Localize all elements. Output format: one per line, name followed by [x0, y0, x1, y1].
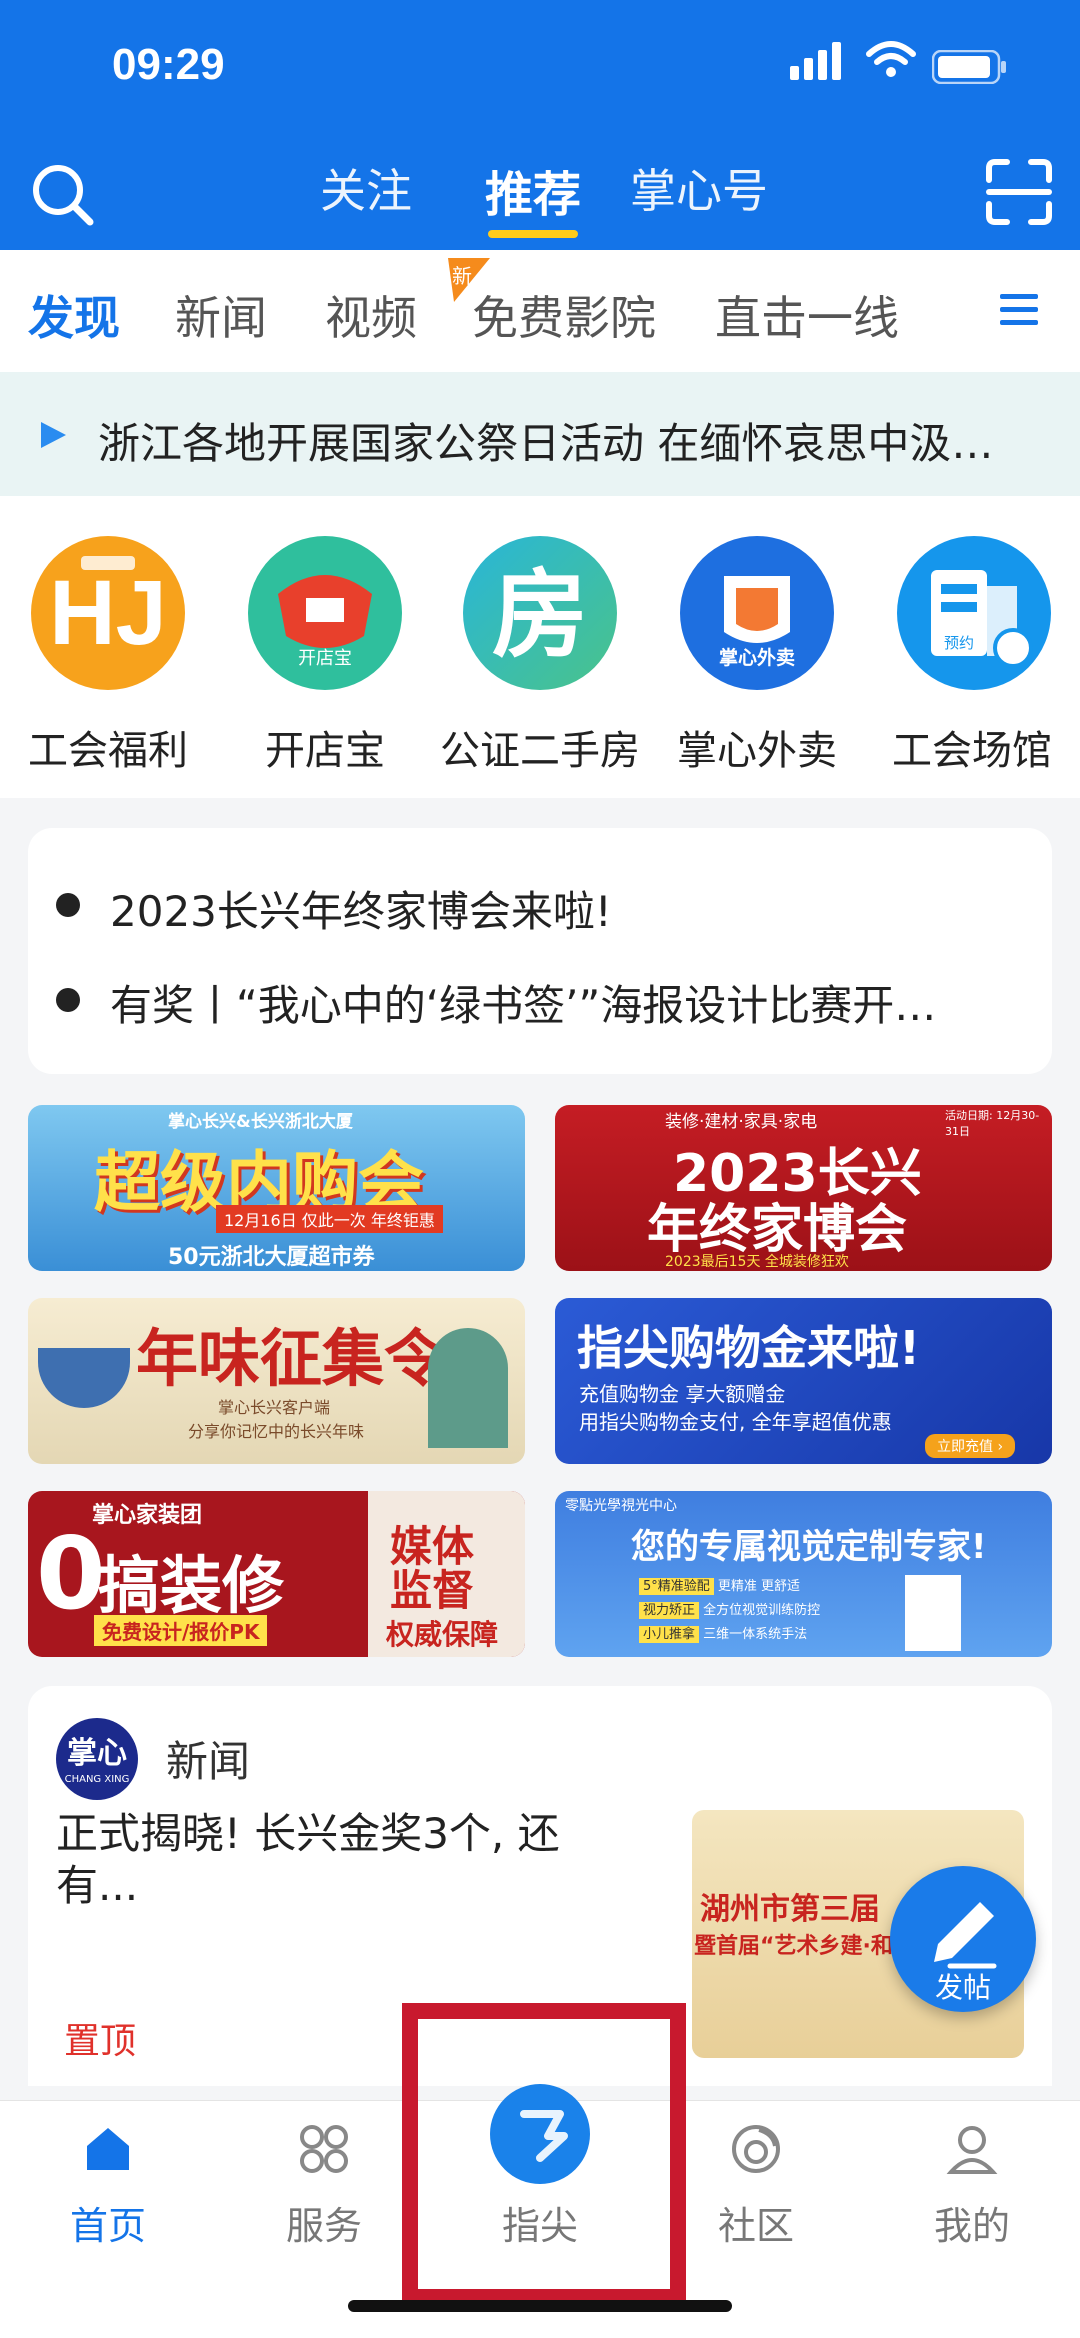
- service-label-union-benefit: 工会福利: [28, 728, 188, 774]
- banner-row-3: 小儿推拿 三维一体系统手法: [639, 1623, 807, 1643]
- thumb-sub: 暨首届“艺术乡建·和美: [694, 1934, 915, 1959]
- bullet: [56, 988, 80, 1012]
- news-source: 新闻: [166, 1737, 251, 1786]
- nav-community[interactable]: 社区: [676, 2195, 836, 2250]
- play-icon: [38, 420, 68, 450]
- banner-vision-center[interactable]: 零點光學視光中心 您的专属视觉定制专家! 5°精准验配 更精准 更舒适 视力矫正…: [555, 1491, 1052, 1657]
- banner-row-1: 5°精准验配 更精准 更舒适: [639, 1575, 800, 1595]
- pinned-label: 置顶: [64, 2021, 137, 2062]
- channel-news[interactable]: 新闻: [175, 282, 267, 348]
- tab-zhangxinhao[interactable]: 掌心号: [630, 155, 768, 221]
- banner-line-1: 充值购物金 享大额赠金: [579, 1382, 786, 1406]
- channel-free-cinema[interactable]: 免费影院: [472, 282, 656, 348]
- service-label-notary-house: 公证二手房: [440, 728, 640, 774]
- venue-booking-icon[interactable]: 预约: [897, 536, 1051, 690]
- banner-right-3: 权威保障: [386, 1618, 499, 1651]
- svg-text:掌心外卖: 掌心外卖: [719, 646, 795, 669]
- profile-icon[interactable]: [945, 2122, 999, 2176]
- nav-services[interactable]: 服务: [244, 2195, 404, 2250]
- status-time: 09:29: [112, 40, 225, 89]
- new-badge: 新: [448, 258, 490, 302]
- services-icon[interactable]: [297, 2122, 351, 2176]
- avatar-text: 掌心: [67, 1736, 127, 1771]
- banner-title: 您的专属视觉定制专家!: [631, 1527, 987, 1567]
- banner-row-2: 视力矫正 全方位视觉训练防控: [639, 1599, 820, 1619]
- ticker-text: 浙江各地开展国家公祭日活动 在缅怀哀思中汲…: [98, 419, 994, 468]
- service-label-venue: 工会场馆: [892, 728, 1052, 774]
- search-icon[interactable]: [28, 160, 96, 228]
- banner-big-text: 搞装修: [98, 1549, 285, 1622]
- tab-recommend[interactable]: 推荐: [485, 155, 581, 225]
- banner-internal-sale[interactable]: 掌心长兴&长兴浙北大厦 超级内购会 12月16日 仅此一次 年终钜惠 50元浙北…: [28, 1105, 525, 1271]
- headline-card: [28, 828, 1052, 1074]
- banner-foot: 2023最后15天 全城装修狂欢: [665, 1254, 849, 1270]
- banner-sub: 12月16日 仅此一次 年终钜惠: [216, 1205, 443, 1233]
- banner-home-decoration[interactable]: 掌心家装团 0 搞装修 免费设计/报价PK 媒体 监督 权威保障: [28, 1491, 525, 1657]
- headline-item[interactable]: 有奖丨“我心中的‘绿书签’”海报设计比赛开…: [110, 972, 936, 1033]
- avatar-sub: CHANG XING: [64, 1774, 130, 1785]
- banner-top-text: 装修·建材·家具·家电: [665, 1112, 818, 1132]
- nav-profile[interactable]: 我的: [892, 2195, 1052, 2250]
- service-label-shop-treasure: 开店宝: [265, 728, 385, 774]
- avatar: 掌心 CHANG XING: [56, 1718, 138, 1800]
- banner-title: 年味征集令: [136, 1322, 447, 1395]
- takeout-icon[interactable]: 掌心外卖: [680, 536, 834, 690]
- home-indicator: [348, 2300, 732, 2312]
- home-icon[interactable]: [81, 2122, 135, 2176]
- banner-foot: 50元浙北大厦超市券: [168, 1245, 375, 1270]
- svg-text:预约: 预约: [944, 634, 974, 652]
- svg-text:HJ: HJ: [49, 562, 167, 664]
- banner-big-zero: 0: [36, 1515, 106, 1632]
- community-icon[interactable]: [729, 2122, 783, 2176]
- union-benefit-icon[interactable]: HJ: [31, 536, 185, 690]
- tab-follow[interactable]: 关注: [320, 155, 412, 221]
- signal-icon: [790, 40, 846, 80]
- channel-menu-icon[interactable]: [1000, 292, 1038, 328]
- post-button-label: 发帖: [934, 1971, 991, 2004]
- channel-frontline[interactable]: 直击一线: [715, 282, 899, 348]
- channel-video[interactable]: 视频: [325, 282, 417, 348]
- banner-button: 立即充值 ›: [925, 1434, 1016, 1458]
- banner-brand: 掌心家装团: [92, 1503, 203, 1528]
- banner-sub: 掌心长兴客户端: [218, 1398, 331, 1417]
- bullet: [56, 893, 80, 917]
- active-tab-indicator: [488, 230, 578, 238]
- banner-shopping-gold[interactable]: 指尖购物金来啦! 充值购物金 享大额赠金 用指尖购物金支付, 全年享超值优惠 立…: [555, 1298, 1052, 1464]
- banner-right-2: 监督: [390, 1566, 475, 1615]
- highlight-box: [402, 2003, 686, 2305]
- post-button[interactable]: 发帖: [890, 1866, 1036, 2012]
- banner-new-year-taste[interactable]: 年味征集令 掌心长兴客户端 分享你记忆中的长兴年味: [28, 1298, 525, 1464]
- wifi-icon: [866, 40, 916, 80]
- nav-home[interactable]: 首页: [28, 2195, 188, 2250]
- food-bowl-image: [38, 1348, 130, 1408]
- thumb-title: 湖州市第三届: [700, 1892, 880, 1927]
- channel-discover[interactable]: 发现: [28, 282, 120, 348]
- eye-chart-image: [905, 1575, 961, 1651]
- scan-icon[interactable]: [985, 158, 1053, 226]
- svg-text:开店宝: 开店宝: [298, 648, 352, 669]
- service-label-takeout: 掌心外卖: [677, 728, 837, 774]
- banner-sub-2: 分享你记忆中的长兴年味: [188, 1422, 365, 1441]
- headline-item[interactable]: 2023长兴年终家博会来啦!: [110, 878, 612, 939]
- banner-right-panel: 媒体 监督 权威保障: [368, 1491, 525, 1657]
- svg-text:房: 房: [492, 559, 588, 671]
- banner-tag: 免费设计/报价PK: [94, 1615, 268, 1646]
- banner-brand: 零點光學視光中心: [565, 1498, 677, 1514]
- news-title[interactable]: 正式揭晓! 长兴金奖3个, 还有...: [56, 1808, 616, 1912]
- banner-line-2: 用指尖购物金支付, 全年享超值优惠: [579, 1410, 892, 1434]
- new-badge-text: 新: [452, 264, 472, 288]
- battery-icon: [931, 49, 1008, 85]
- banner-date: 活动日期: 12月30-31日: [945, 1109, 1040, 1138]
- shop-treasure-icon[interactable]: 开店宝: [248, 536, 402, 690]
- house-icon[interactable]: 房: [463, 536, 617, 690]
- pagoda-image: [428, 1328, 508, 1448]
- banner-title: 指尖购物金来啦!: [577, 1321, 920, 1375]
- banner-home-expo[interactable]: 装修·建材·家具·家电 活动日期: 12月30-31日 2023长兴 年终家博会…: [555, 1105, 1052, 1271]
